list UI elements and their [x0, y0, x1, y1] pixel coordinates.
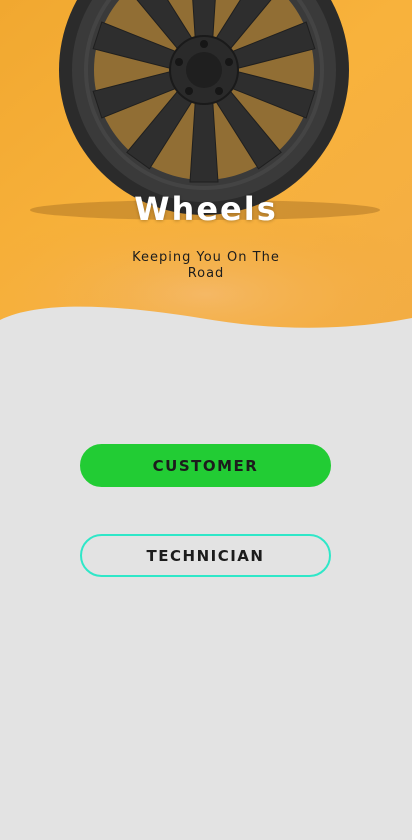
welcome-screen: Wheels Keeping You On The Road CUSTOMER … [0, 0, 412, 840]
customer-button[interactable]: CUSTOMER [80, 444, 331, 487]
technician-button[interactable]: TECHNICIAN [80, 534, 331, 577]
app-tagline: Keeping You On The Road [132, 250, 280, 281]
app-title: Wheels [134, 190, 278, 228]
hero-wheel-image [0, 0, 412, 345]
